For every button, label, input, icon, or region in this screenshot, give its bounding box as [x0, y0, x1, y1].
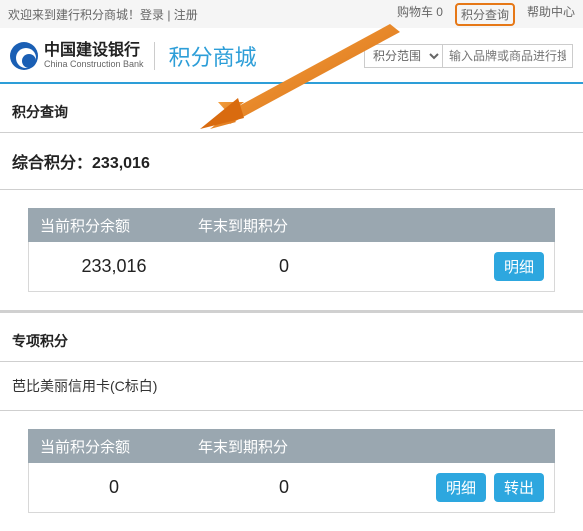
search-input[interactable]	[443, 44, 573, 68]
scope-select[interactable]: 积分范围	[364, 44, 443, 68]
expiring-value: 0	[199, 477, 369, 498]
cart-link[interactable]: 购物车 0	[397, 3, 443, 26]
col-balance: 当前积分余额	[28, 215, 198, 236]
card-name: 芭比美丽信用卡(C标白)	[0, 362, 583, 410]
detail-button[interactable]: 明细	[436, 473, 486, 502]
col-balance: 当前积分余额	[28, 436, 198, 457]
summary-table: 当前积分余额 年末到期积分 233,016 0 明细	[28, 208, 555, 292]
welcome-text: 欢迎来到建行积分商城！登录 | 注册	[8, 6, 397, 23]
divider	[0, 189, 583, 190]
table-header: 当前积分余额 年末到期积分	[28, 429, 555, 463]
detail-button[interactable]: 明细	[494, 252, 544, 281]
bank-name-cn: 中国建设银行	[44, 42, 144, 60]
mall-title: 积分商城	[169, 40, 257, 72]
special-table: 当前积分余额 年末到期积分 0 0 明细 转出	[28, 429, 555, 513]
header: 中国建设银行 China Construction Bank 积分商城 积分范围	[0, 28, 583, 82]
points-query-link[interactable]: 积分查询	[455, 3, 515, 26]
balance-value: 233,016	[29, 256, 199, 277]
transfer-button[interactable]: 转出	[494, 473, 544, 502]
ccb-logo-icon	[10, 42, 38, 70]
bank-name-en: China Construction Bank	[44, 60, 144, 70]
table-row: 0 0 明细 转出	[28, 463, 555, 513]
col-expiring: 年末到期积分	[198, 436, 368, 457]
total-label: 综合积分：	[12, 155, 92, 172]
help-link[interactable]: 帮助中心	[527, 3, 575, 26]
top-bar: 欢迎来到建行积分商城！登录 | 注册 购物车 0 积分查询 帮助中心	[0, 0, 583, 28]
total-value: 233,016	[92, 155, 150, 172]
divider	[0, 410, 583, 411]
points-query-title: 积分查询	[12, 102, 571, 122]
table-row: 233,016 0 明细	[28, 242, 555, 292]
col-expiring: 年末到期积分	[198, 215, 368, 236]
logo-wrap: 中国建设银行 China Construction Bank	[10, 42, 155, 70]
table-header: 当前积分余额 年末到期积分	[28, 208, 555, 242]
balance-value: 0	[29, 477, 199, 498]
special-points-title: 专项积分	[12, 331, 571, 351]
expiring-value: 0	[199, 256, 369, 277]
total-points-row: 综合积分：233,016	[0, 133, 583, 189]
